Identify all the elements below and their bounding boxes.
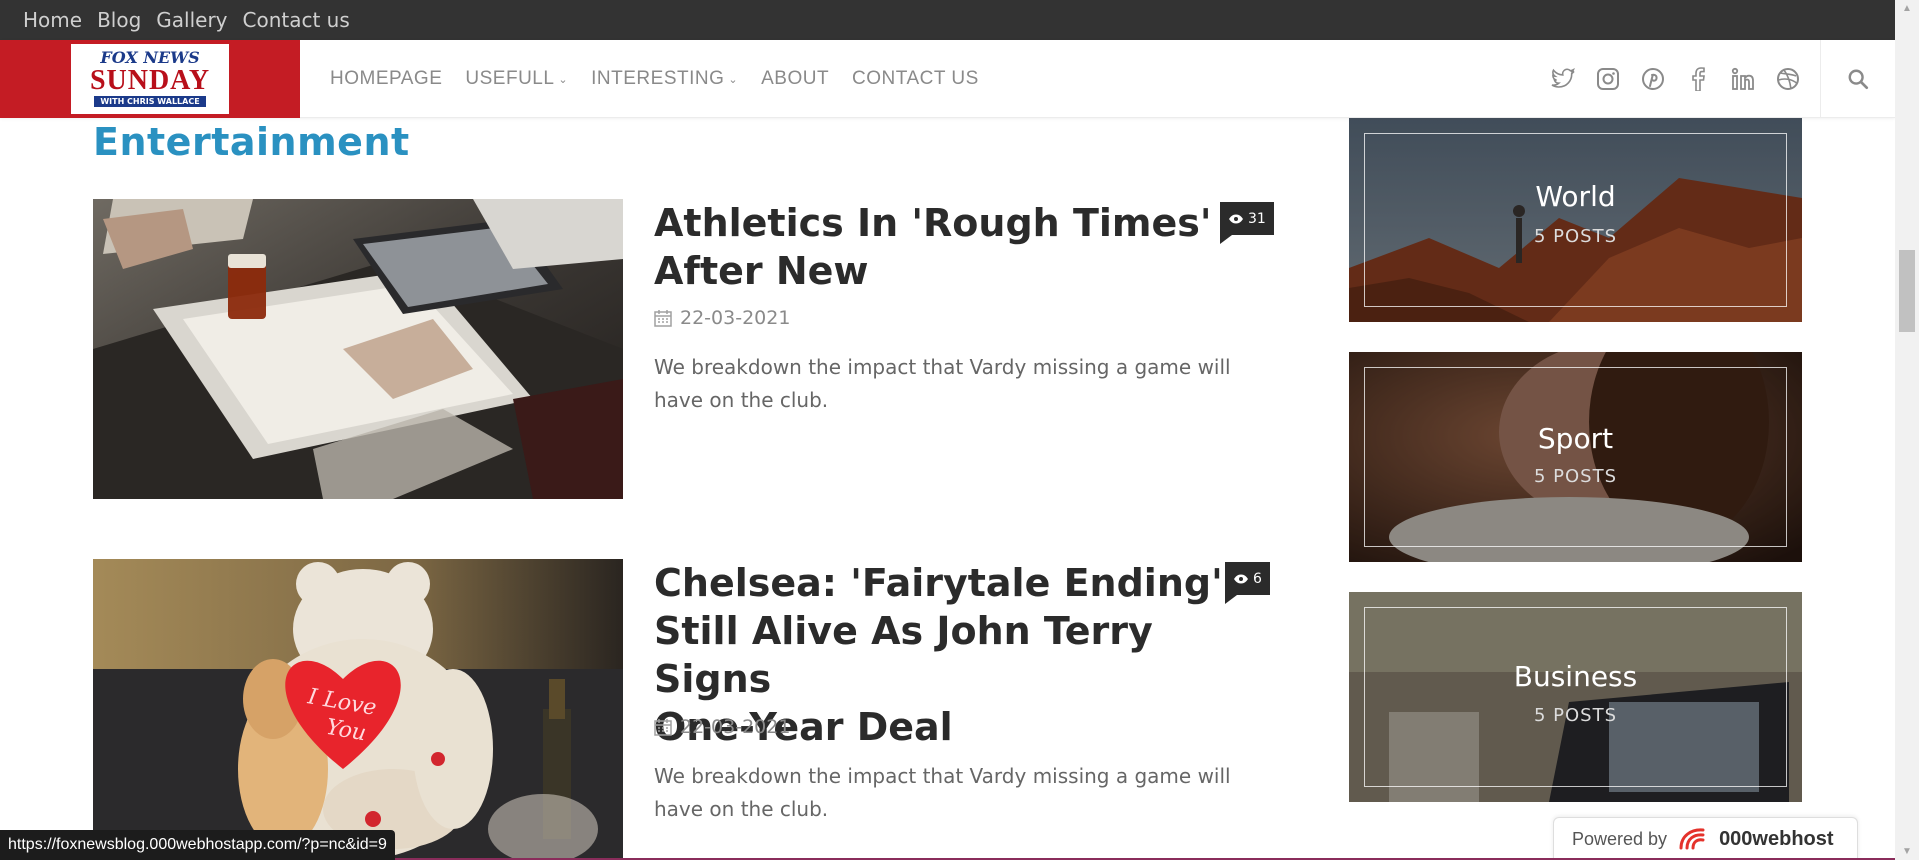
- category-frame: [1364, 133, 1787, 307]
- post-title[interactable]: Athletics In 'Rough Times' After New: [654, 199, 1234, 295]
- post-date: 22-03-2021: [654, 716, 790, 738]
- nav-item-contact-us[interactable]: CONTACT US: [852, 68, 979, 90]
- category-card-sport[interactable]: Sport 5 POSTS: [1349, 352, 1802, 562]
- topbar-link-blog[interactable]: Blog: [97, 8, 141, 32]
- facebook-icon[interactable]: [1675, 64, 1720, 94]
- post-excerpt: We breakdown the impact that Vardy missi…: [654, 351, 1254, 417]
- post-thumbnail[interactable]: [93, 199, 623, 499]
- view-count: 6: [1253, 570, 1262, 587]
- post-title-line: Still Alive As John Terry Signs: [654, 609, 1153, 701]
- view-count-badge: 6: [1225, 562, 1270, 604]
- webhost-logo-icon: [1679, 828, 1705, 850]
- social-links: [1540, 40, 1810, 118]
- nav-label: CONTACT US: [852, 68, 979, 89]
- nav-label: ABOUT: [761, 68, 830, 89]
- view-count-badge: 31: [1220, 202, 1274, 244]
- topbar-link-home[interactable]: Home: [23, 8, 82, 32]
- post-card: I Love You Chelsea: 'Fairytale Ending' S…: [93, 559, 1273, 860]
- topbar-link-gallery[interactable]: Gallery: [156, 8, 227, 32]
- post-excerpt-line: have on the club.: [654, 388, 829, 412]
- dribbble-icon[interactable]: [1765, 64, 1810, 94]
- post-date: 22-03-2021: [654, 307, 790, 329]
- main-header: FOX NEWS SUNDAY WITH CHRIS WALLACE HOMEP…: [0, 40, 1895, 118]
- nav-item-usefull[interactable]: USEFULL ⌄: [465, 68, 568, 90]
- twitter-icon[interactable]: [1540, 64, 1585, 94]
- post-date-text: 22-03-2021: [680, 716, 791, 738]
- eye-icon: [1234, 574, 1248, 583]
- search-icon[interactable]: [1830, 40, 1885, 118]
- nav-item-homepage[interactable]: HOMEPAGE: [330, 68, 442, 90]
- nav-label: USEFULL: [465, 68, 555, 89]
- main-nav: HOMEPAGE USEFULL ⌄ INTERESTING ⌄ ABOUT CON…: [330, 40, 1002, 118]
- category-name: Sport: [1537, 422, 1614, 455]
- category-name: Business: [1513, 660, 1638, 693]
- logo-line-host: WITH CHRIS WALLACE: [94, 95, 206, 107]
- pinterest-icon[interactable]: [1630, 64, 1675, 94]
- nav-label: INTERESTING: [591, 68, 725, 89]
- eye-icon: [1229, 214, 1243, 223]
- logo-badge: FOX NEWS SUNDAY WITH CHRIS WALLACE: [71, 44, 229, 114]
- section-title: Entertainment: [93, 120, 410, 164]
- category-card-world[interactable]: World 5 POSTS: [1349, 118, 1802, 322]
- category-card-business[interactable]: Business 5 POSTS: [1349, 592, 1802, 802]
- view-count: 31: [1248, 210, 1266, 227]
- post-excerpt: We breakdown the impact that Vardy missi…: [654, 760, 1254, 826]
- top-bar: Home Blog Gallery Contact us: [0, 0, 1895, 40]
- post-excerpt-line: We breakdown the impact that Vardy missi…: [654, 355, 1231, 379]
- nav-item-about[interactable]: ABOUT: [761, 68, 829, 90]
- post-excerpt-line: We breakdown the impact that Vardy missi…: [654, 764, 1231, 788]
- post-date-text: 22-03-2021: [680, 307, 791, 329]
- linkedin-icon[interactable]: [1720, 64, 1765, 94]
- calendar-icon: [654, 310, 672, 327]
- category-count: 5 POSTS: [1533, 226, 1618, 247]
- post-excerpt-line: have on the club.: [654, 797, 829, 821]
- site-logo[interactable]: FOX NEWS SUNDAY WITH CHRIS WALLACE: [0, 40, 300, 118]
- status-bar-url: https://foxnewsblog.000webhostapp.com/?p…: [0, 830, 395, 860]
- post-card: Athletics In 'Rough Times' After New 31 …: [93, 199, 1274, 519]
- scroll-up-arrow-icon[interactable]: ▲: [1895, 0, 1919, 17]
- instagram-icon[interactable]: [1585, 64, 1630, 94]
- chevron-down-icon: ⌄: [558, 73, 569, 86]
- nav-item-interesting[interactable]: INTERESTING ⌄: [591, 68, 738, 90]
- category-count: 5 POSTS: [1533, 705, 1618, 726]
- post-thumbnail[interactable]: I Love You: [93, 559, 623, 860]
- category-frame: [1364, 367, 1787, 547]
- page: Home Blog Gallery Contact us FOX NEWS SU…: [0, 0, 1919, 860]
- category-count: 5 POSTS: [1533, 466, 1618, 487]
- topbar-link-contact[interactable]: Contact us: [243, 8, 350, 32]
- powered-by-brand: 000webhost: [1719, 827, 1834, 850]
- powered-by-badge[interactable]: Powered by 000webhost: [1553, 817, 1858, 860]
- nav-label: HOMEPAGE: [330, 68, 443, 89]
- post-title-line: Chelsea: 'Fairytale Ending': [654, 561, 1223, 605]
- post-title-line: Athletics In 'Rough Times': [654, 201, 1212, 245]
- logo-line-sunday: SUNDAY: [89, 64, 211, 96]
- scrollbar-thumb[interactable]: [1899, 250, 1915, 332]
- post-title-line: After New: [654, 249, 869, 293]
- calendar-icon: [654, 719, 672, 736]
- scroll-down-arrow-icon[interactable]: ▼: [1895, 843, 1919, 860]
- powered-by-label: Powered by: [1572, 828, 1668, 849]
- category-name: World: [1535, 180, 1616, 213]
- page-scrollbar[interactable]: ▲ ▼: [1895, 0, 1919, 860]
- category-frame: [1364, 607, 1787, 787]
- search-divider: [1820, 40, 1821, 118]
- chevron-down-icon: ⌄: [728, 73, 739, 86]
- logo-line-fox: FOX NEWS: [100, 47, 200, 67]
